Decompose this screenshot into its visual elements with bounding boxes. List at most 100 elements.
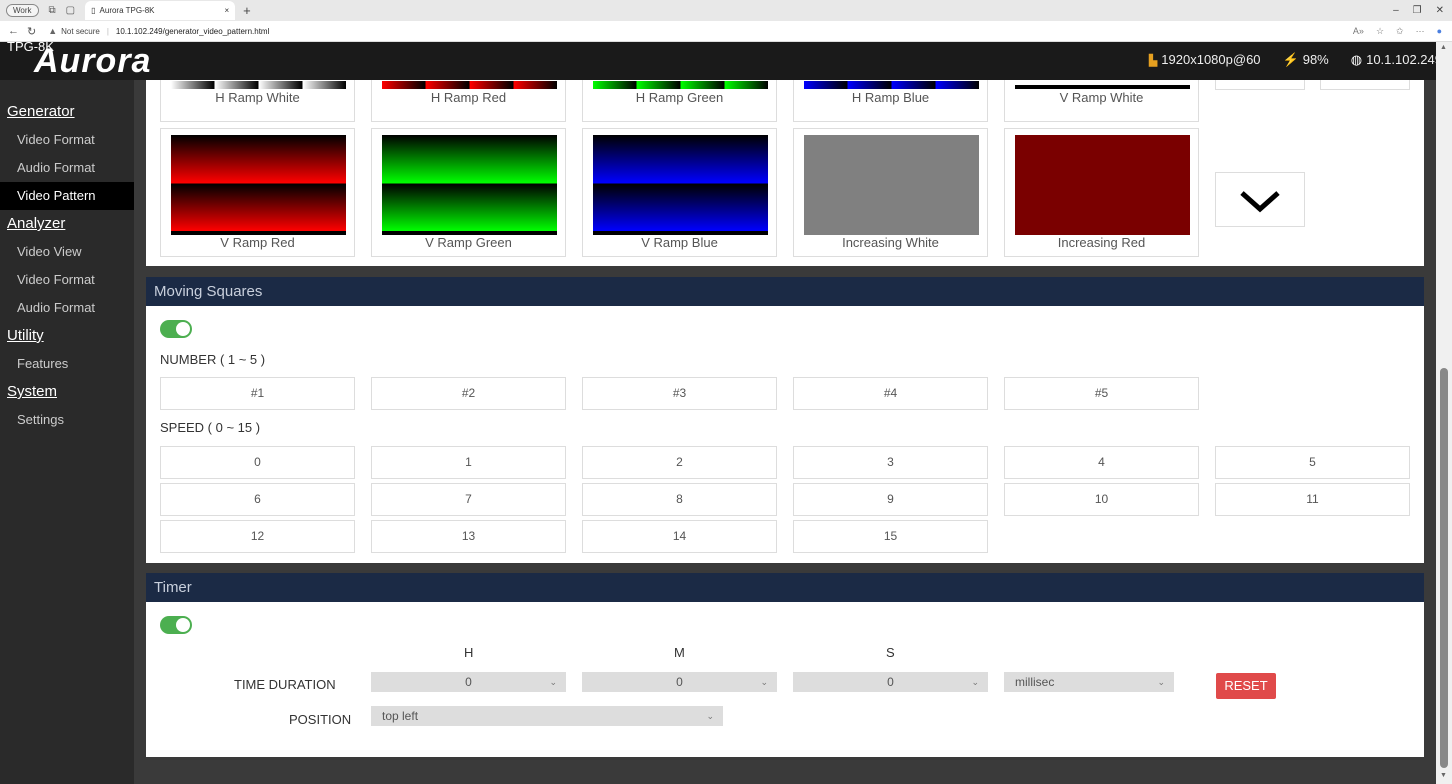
pattern-preview <box>1015 135 1190 235</box>
minimize-icon[interactable]: – <box>1393 5 1399 16</box>
number-button-4[interactable]: #4 <box>793 377 988 410</box>
sidebar-item-ana-audio-format[interactable]: Audio Format <box>0 294 134 322</box>
restore-icon[interactable]: ❐ <box>1413 5 1422 16</box>
speed-button-10[interactable]: 10 <box>1004 483 1199 516</box>
browser-tab[interactable]: ▯ Aurora TPG-8K × <box>85 1 236 20</box>
seconds-value: 0 <box>887 675 894 689</box>
page-scrollbar[interactable]: ▲ ▼ <box>1436 42 1452 784</box>
minutes-select[interactable]: 0 ⌄ <box>582 672 777 692</box>
speed-button-3[interactable]: 3 <box>793 446 988 479</box>
scroll-up-arrow-icon[interactable]: ▲ <box>1440 44 1447 51</box>
pattern-increasing-white[interactable]: Increasing White <box>793 128 988 257</box>
speed-button-8[interactable]: 8 <box>582 483 777 516</box>
speed-button-13[interactable]: 13 <box>371 520 566 553</box>
bolt-icon: ⚡ <box>1282 52 1299 67</box>
sidebar-item-video-pattern[interactable]: Video Pattern <box>0 182 134 210</box>
pattern-h-ramp-blue[interactable]: H Ramp Blue <box>793 80 988 122</box>
speed-button-12[interactable]: 12 <box>160 520 355 553</box>
number-button-5[interactable]: #5 <box>1004 377 1199 410</box>
pattern-label: H Ramp Green <box>635 90 724 105</box>
pattern-v-ramp-green[interactable]: V Ramp Green <box>371 128 566 257</box>
profile-button[interactable]: Work <box>6 4 39 17</box>
close-tab-icon[interactable]: × <box>224 6 229 15</box>
power-status: ⚡ 98% <box>1282 52 1329 67</box>
workspaces-icon[interactable]: ⧉ <box>49 5 56 16</box>
security-status: Not secure <box>61 26 100 36</box>
sidebar-item-gen-audio-format[interactable]: Audio Format <box>0 154 134 182</box>
speed-button-4[interactable]: 4 <box>1004 446 1199 479</box>
pattern-nav-up-button[interactable] <box>1215 80 1305 90</box>
sidebar-item-ana-video-format[interactable]: Video Format <box>0 266 134 294</box>
sidebar-item-features[interactable]: Features <box>0 350 134 378</box>
pattern-h-ramp-green[interactable]: H Ramp Green <box>582 80 777 122</box>
header-status: ▙ 1920x1080p@60 ⚡ 98% ◍ 10.1.102.249 <box>1149 52 1442 68</box>
pattern-preview <box>593 81 768 89</box>
seconds-column-label: S <box>886 645 895 660</box>
hours-select[interactable]: 0 ⌄ <box>371 672 566 692</box>
pattern-label: H Ramp White <box>215 90 300 105</box>
scroll-down-button[interactable] <box>1215 172 1305 227</box>
sidebar-item-gen-video-format[interactable]: Video Format <box>0 126 134 154</box>
timer-toggle[interactable] <box>160 616 192 634</box>
pattern-v-ramp-white[interactable]: V Ramp White <box>1004 80 1199 122</box>
close-window-icon[interactable]: ✕ <box>1436 5 1444 16</box>
window-controls: – ❐ ✕ <box>1393 5 1444 16</box>
pattern-label: Increasing Red <box>1057 235 1146 250</box>
speed-button-15[interactable]: 15 <box>793 520 988 553</box>
speed-button-14[interactable]: 14 <box>582 520 777 553</box>
number-button-1[interactable]: #1 <box>160 377 355 410</box>
reset-button[interactable]: RESET <box>1216 673 1276 699</box>
number-button-3[interactable]: #3 <box>582 377 777 410</box>
pattern-label: Increasing White <box>842 235 939 250</box>
refresh-icon[interactable]: ↻ <box>27 25 36 38</box>
sidebar-item-settings[interactable]: Settings <box>0 406 134 434</box>
pattern-v-ramp-blue[interactable]: V Ramp Blue <box>582 128 777 257</box>
speed-button-5[interactable]: 5 <box>1215 446 1410 479</box>
sidebar-section-analyzer[interactable]: Analyzer <box>0 210 134 238</box>
pattern-h-ramp-white[interactable]: H Ramp White <box>160 80 355 122</box>
scroll-down-arrow-icon[interactable]: ▼ <box>1440 772 1447 779</box>
read-aloud-icon[interactable]: A» <box>1353 26 1364 37</box>
pattern-h-ramp-red[interactable]: H Ramp Red <box>371 80 566 122</box>
millisec-select[interactable]: millisec ⌄ <box>1004 672 1174 692</box>
favorite-star-icon[interactable]: ☆ <box>1376 26 1384 37</box>
number-button-2[interactable]: #2 <box>371 377 566 410</box>
scrollbar-thumb[interactable] <box>1440 368 1448 768</box>
more-icon[interactable]: ··· <box>1416 26 1425 37</box>
warning-icon[interactable]: ▲ <box>48 26 57 36</box>
pattern-label: V Ramp Blue <box>641 235 718 250</box>
speed-button-2[interactable]: 2 <box>582 446 777 479</box>
new-tab-button[interactable]: + <box>243 3 251 18</box>
speed-button-7[interactable]: 7 <box>371 483 566 516</box>
sidebar-item-video-view[interactable]: Video View <box>0 238 134 266</box>
pattern-label: V Ramp White <box>1059 90 1144 105</box>
moving-squares-toggle[interactable] <box>160 320 192 338</box>
tab-actions-icon[interactable]: ▢ <box>66 5 75 16</box>
favorites-icon[interactable]: ✩ <box>1396 26 1404 37</box>
sidebar-section-system[interactable]: System <box>0 378 134 406</box>
back-icon[interactable]: ← <box>8 25 19 37</box>
position-select[interactable]: top left ⌄ <box>371 706 723 726</box>
speed-button-6[interactable]: 6 <box>160 483 355 516</box>
tv-icon: ▙ <box>1148 55 1158 67</box>
tab-title: Aurora TPG-8K <box>99 6 155 15</box>
pattern-increasing-red[interactable]: Increasing Red <box>1004 128 1199 257</box>
pattern-preview <box>804 81 979 89</box>
address-bar[interactable]: ▲ Not secure | 10.1.102.249/generator_vi… <box>48 26 269 36</box>
chevron-down-icon: ⌄ <box>706 711 714 721</box>
seconds-select[interactable]: 0 ⌄ <box>793 672 988 692</box>
copilot-icon[interactable]: ● <box>1437 26 1442 37</box>
speed-button-9[interactable]: 9 <box>793 483 988 516</box>
sidebar-section-generator[interactable]: Generator <box>0 98 134 126</box>
url-text[interactable]: 10.1.102.249/generator_video_pattern.htm… <box>116 27 269 36</box>
speed-button-11[interactable]: 11 <box>1215 483 1410 516</box>
position-label: POSITION <box>289 712 352 727</box>
pattern-v-ramp-red[interactable]: V Ramp Red <box>160 128 355 257</box>
model-name: TPG-8K <box>7 39 54 54</box>
speed-button-0[interactable]: 0 <box>160 446 355 479</box>
speed-button-1[interactable]: 1 <box>371 446 566 479</box>
sidebar-section-utility[interactable]: Utility <box>0 322 134 350</box>
moving-squares-panel: Moving Squares NUMBER ( 1 ~ 5 ) #1 #2 #3… <box>146 277 1424 563</box>
pattern-nav-extra-button[interactable] <box>1320 80 1410 90</box>
pattern-preview <box>1015 81 1190 89</box>
